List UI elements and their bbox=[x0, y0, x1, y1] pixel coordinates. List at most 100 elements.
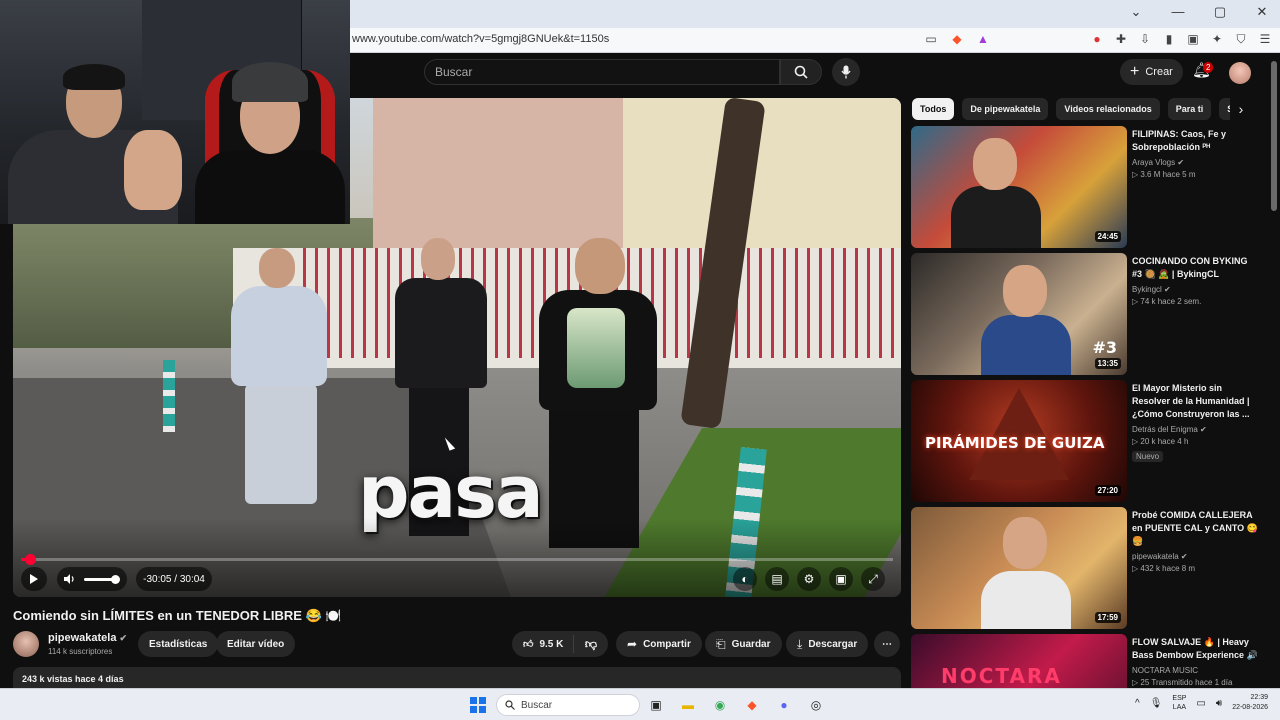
rec-channel[interactable]: Bykingcl ✔ bbox=[1132, 285, 1258, 294]
save-button[interactable]: ⎗ Guardar bbox=[705, 631, 782, 657]
create-button[interactable]: + Crear bbox=[1120, 59, 1183, 85]
progress-scrubber[interactable] bbox=[24, 554, 36, 565]
thumbs-down-icon: 👎︎ bbox=[584, 636, 598, 651]
volume-slider[interactable] bbox=[84, 574, 120, 584]
discord-icon[interactable]: ● bbox=[774, 695, 794, 715]
taskbar-search[interactable]: Buscar bbox=[496, 694, 640, 716]
edit-video-button[interactable]: Editar vídeo bbox=[216, 631, 296, 657]
play-button[interactable] bbox=[21, 567, 47, 591]
search-placeholder: Buscar bbox=[435, 65, 473, 79]
bookmark-icon: ⎗ bbox=[716, 636, 726, 651]
recommendation-item[interactable]: #3 13:35 COCINANDO CON BYKING #3 🥘 🧟 | B… bbox=[911, 253, 1261, 375]
brave-shields-icon[interactable]: ◆ bbox=[950, 32, 964, 46]
minimize-button[interactable]: — bbox=[1170, 4, 1186, 20]
tray-microphone-icon[interactable]: 🎙︎ bbox=[1150, 698, 1163, 709]
time-display: -30:05 / 30:04 bbox=[136, 567, 212, 591]
rec-title[interactable]: FLOW SALVAJE 🔥 | Heavy Bass Dembow Exper… bbox=[1132, 636, 1258, 662]
search-button[interactable] bbox=[780, 59, 822, 85]
rec-title[interactable]: Probé COMIDA CALLEJERA en PUENTE CAL y C… bbox=[1132, 509, 1258, 548]
speaker-icon[interactable]: 🔊︎ bbox=[1216, 698, 1222, 709]
recommendation-item[interactable]: 17:59 Probé COMIDA CALLEJERA en PUENTE C… bbox=[911, 507, 1261, 629]
rec-channel[interactable]: Detrás del Enigma ✔ bbox=[1132, 425, 1258, 434]
search-icon bbox=[794, 65, 808, 79]
windows-start-icon[interactable] bbox=[470, 697, 486, 713]
taskbar-clock[interactable]: 22:39 22-08-2026 bbox=[1232, 693, 1268, 713]
new-badge: Nuevo bbox=[1132, 451, 1164, 462]
more-actions-button[interactable]: ⋯ bbox=[874, 631, 900, 657]
rec-channel[interactable]: Araya Vlogs ✔ bbox=[1132, 158, 1258, 167]
autoplay-toggle-icon[interactable]: ◐ bbox=[733, 567, 757, 591]
tab-search-icon[interactable]: ⌄ bbox=[1128, 4, 1144, 20]
rec-title[interactable]: COCINANDO CON BYKING #3 🥘 🧟 | BykingCL bbox=[1132, 255, 1258, 281]
scrollbar-thumb[interactable] bbox=[1271, 61, 1277, 211]
network-icon[interactable]: ▭ bbox=[1196, 698, 1205, 709]
volume-icon bbox=[64, 574, 74, 584]
vpn-shield-icon[interactable]: ⛉ bbox=[1234, 32, 1248, 47]
subtitles-icon[interactable]: ▤ bbox=[765, 567, 789, 591]
video-thumbnail[interactable]: 17:59 bbox=[911, 507, 1127, 629]
task-view-icon[interactable]: ▣ bbox=[646, 695, 666, 715]
chip-all[interactable]: Todos bbox=[912, 98, 955, 120]
stats-button[interactable]: Estadísticas bbox=[138, 631, 219, 657]
like-button[interactable]: 👍︎ 9.5 K bbox=[512, 635, 574, 653]
volume-control[interactable] bbox=[57, 567, 127, 591]
miniplayer-icon[interactable]: ▣ bbox=[829, 567, 853, 591]
window-controls: ⌄ — ▢ ✕ bbox=[1128, 4, 1270, 20]
downloads-icon[interactable]: ⇩ bbox=[1138, 32, 1152, 47]
chip-related[interactable]: Videos relacionados bbox=[1056, 98, 1160, 120]
maximize-button[interactable]: ▢ bbox=[1212, 4, 1228, 20]
file-explorer-icon[interactable]: ▬ bbox=[678, 695, 698, 715]
video-thumbnail[interactable]: NOCTARA bbox=[911, 634, 1127, 688]
chip-for-you[interactable]: Para ti bbox=[1167, 98, 1212, 120]
search-input[interactable]: Buscar bbox=[424, 59, 780, 85]
webcam-overlay bbox=[0, 0, 350, 224]
rec-channel[interactable]: pipewakatela ✔ bbox=[1132, 552, 1258, 561]
leo-ai-icon[interactable]: ✦ bbox=[1210, 32, 1224, 47]
thumbnail-title-text: NOCTARA bbox=[941, 664, 1062, 688]
verified-icon: ✔ bbox=[119, 633, 128, 643]
channel-avatar[interactable] bbox=[13, 631, 39, 657]
brave-rewards-icon[interactable]: ▲ bbox=[976, 32, 990, 46]
tray-chevron-icon[interactable]: ^ bbox=[1135, 698, 1140, 709]
chevron-right-icon[interactable]: › bbox=[1230, 98, 1252, 120]
volume-knob[interactable] bbox=[111, 574, 120, 584]
account-avatar[interactable] bbox=[1229, 62, 1251, 84]
channel-name[interactable]: pipewakatela ✔ bbox=[48, 632, 127, 644]
video-thumbnail[interactable]: PIRÁMIDES DE GUIZA 27:20 bbox=[911, 380, 1127, 502]
chrome-icon[interactable]: ◉ bbox=[710, 695, 730, 715]
rec-stats: ▷ 74 k hace 2 sem. bbox=[1132, 297, 1202, 306]
filter-chips: Todos De pipewakatela Videos relacionado… bbox=[912, 98, 1257, 120]
obs-icon[interactable]: ◎ bbox=[806, 695, 826, 715]
fullscreen-icon[interactable]: ⤢ bbox=[861, 567, 885, 591]
recommendation-item[interactable]: NOCTARA FLOW SALVAJE 🔥 | Heavy Bass Demb… bbox=[911, 634, 1261, 688]
rec-title[interactable]: FILIPINAS: Caos, Fe y Sobrepoblación ᴾᴴ bbox=[1132, 128, 1258, 154]
brave-browser-icon[interactable]: ◆ bbox=[742, 695, 762, 715]
extensions-icon[interactable]: ✚ bbox=[1114, 32, 1128, 47]
chip-from-channel[interactable]: De pipewakatela bbox=[962, 98, 1049, 120]
menu-icon[interactable]: ☰ bbox=[1258, 32, 1272, 47]
language-indicator[interactable]: ESP LAA bbox=[1172, 694, 1186, 712]
recommendation-item[interactable]: 24:45 FILIPINAS: Caos, Fe y Sobrepoblaci… bbox=[911, 126, 1261, 248]
views-and-date: 243 k vistas hace 4 días bbox=[22, 674, 124, 684]
duration-badge: 13:35 bbox=[1094, 358, 1121, 369]
rec-title[interactable]: El Mayor Misterio sin Resolver de la Hum… bbox=[1132, 382, 1258, 421]
url-text[interactable]: www.youtube.com/watch?v=5gmgj8GNUek&t=11… bbox=[352, 33, 609, 45]
cast-icon[interactable]: ▭ bbox=[924, 32, 938, 46]
like-dislike-group: 👍︎ 9.5 K 👎︎ bbox=[512, 631, 608, 657]
wallet-icon[interactable]: ▣ bbox=[1186, 32, 1200, 47]
dislike-button[interactable]: 👎︎ bbox=[574, 637, 608, 652]
sidebar-icon[interactable]: ▮ bbox=[1162, 32, 1176, 47]
voice-search-button[interactable] bbox=[832, 58, 860, 86]
settings-gear-icon[interactable]: ⚙ bbox=[797, 567, 821, 591]
video-thumbnail[interactable]: #3 13:35 bbox=[911, 253, 1127, 375]
download-button[interactable]: ⤓ Descargar bbox=[786, 631, 869, 657]
close-button[interactable]: ✕ bbox=[1254, 4, 1270, 20]
share-button[interactable]: ➦ Compartir bbox=[616, 631, 702, 657]
thumbnail-episode-number: #3 bbox=[1092, 338, 1117, 357]
video-thumbnail[interactable]: 24:45 bbox=[911, 126, 1127, 248]
progress-bar[interactable] bbox=[21, 554, 893, 565]
page-scrollbar[interactable] bbox=[1268, 53, 1280, 688]
rec-channel[interactable]: NOCTARA MUSIC bbox=[1132, 666, 1258, 675]
recommendation-item[interactable]: PIRÁMIDES DE GUIZA 27:20 El Mayor Mister… bbox=[911, 380, 1261, 502]
record-extension-icon[interactable]: ● bbox=[1090, 32, 1104, 47]
